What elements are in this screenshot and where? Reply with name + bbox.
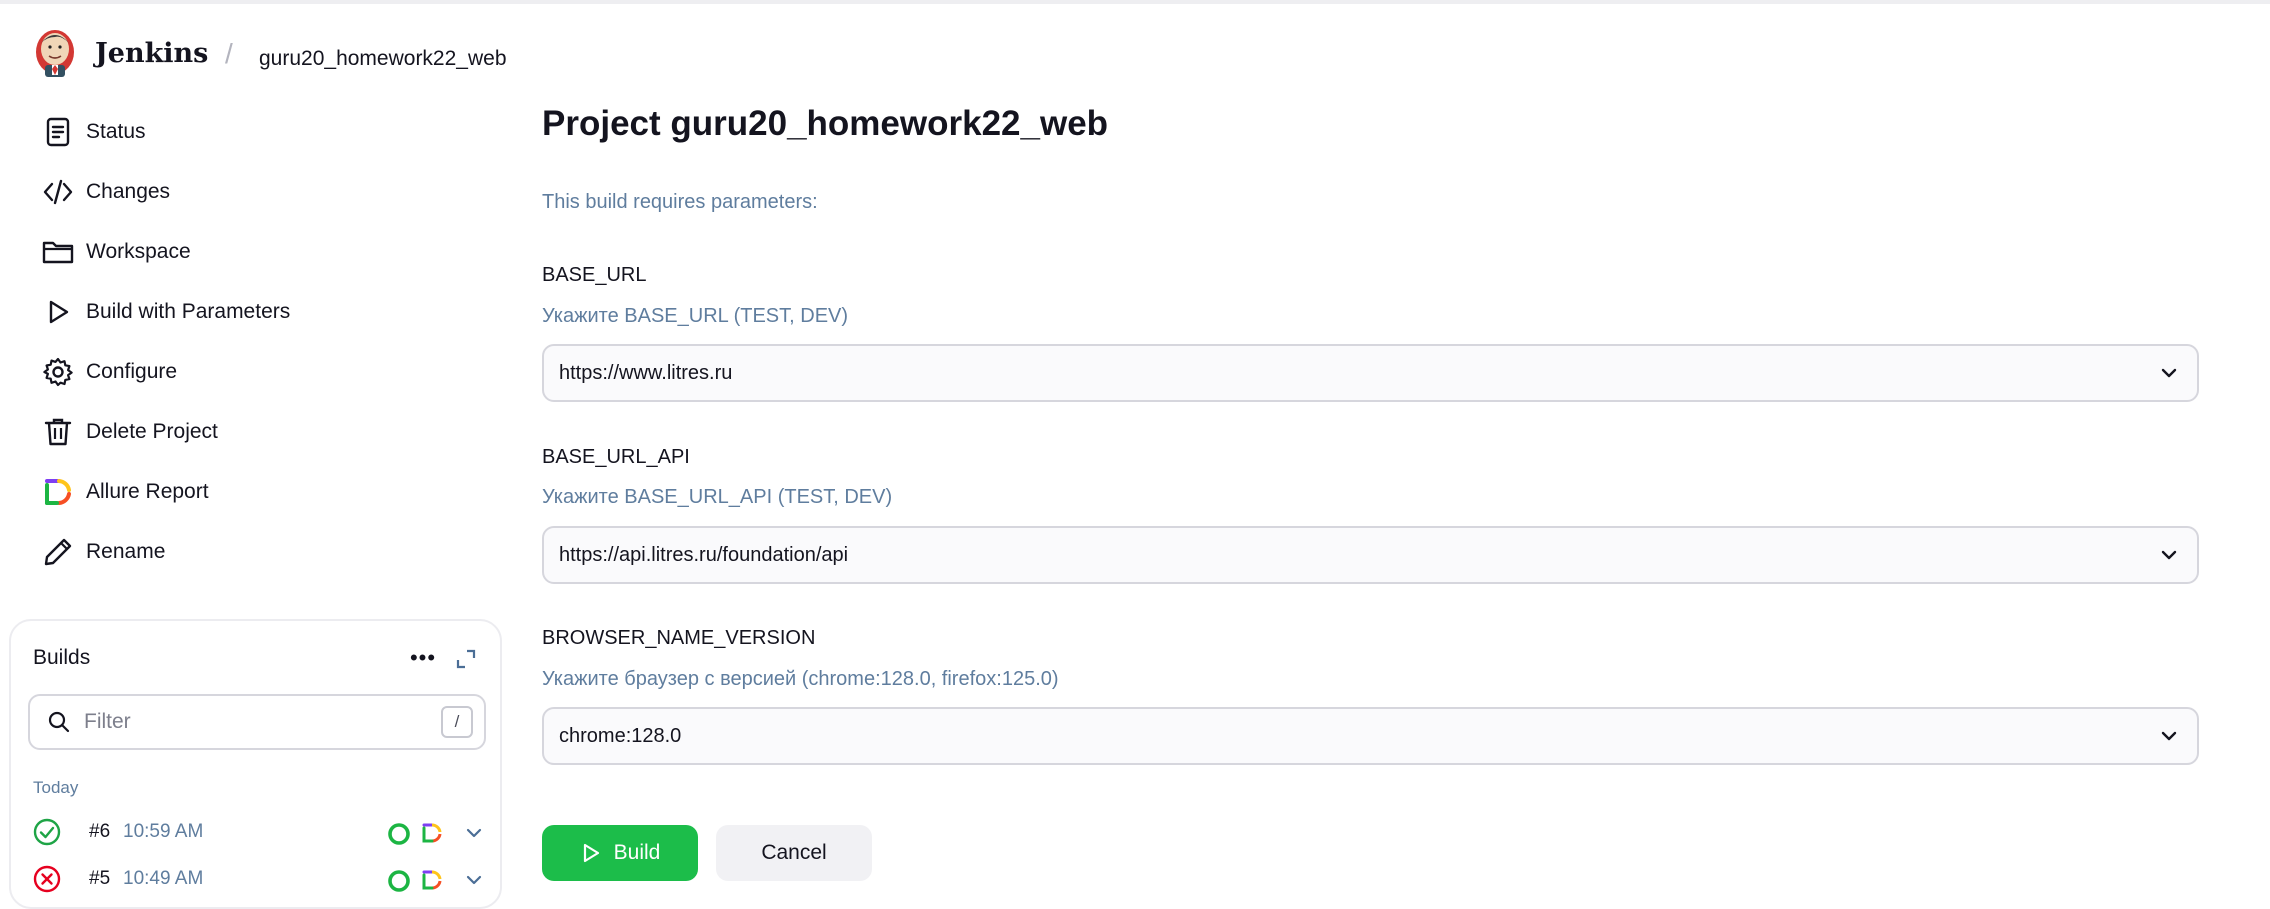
sidebar-item-status[interactable]: Status xyxy=(20,104,480,160)
build-number[interactable]: #5 xyxy=(89,868,110,890)
jenkins-logo[interactable] xyxy=(31,25,79,81)
sidebar-item-delete-project[interactable]: Delete Project xyxy=(20,404,480,460)
console-icon[interactable] xyxy=(387,869,411,893)
chevron-down-icon[interactable] xyxy=(463,869,485,891)
allure-icon[interactable] xyxy=(421,869,443,891)
expand-icon[interactable] xyxy=(452,645,480,673)
select-value: chrome:128.0 xyxy=(559,724,682,747)
builds-group-label: Today xyxy=(33,778,79,797)
sidebar-item-configure[interactable]: Configure xyxy=(20,344,480,400)
select-value: https://www.litres.ru xyxy=(559,361,733,384)
keyboard-shortcut-badge: / xyxy=(441,706,473,738)
sidebar-item-label: Changes xyxy=(86,180,171,203)
play-icon xyxy=(583,843,599,863)
console-icon[interactable] xyxy=(387,822,411,846)
header: Jenkins / guru20_homework22_web xyxy=(0,4,2270,104)
parameter-description: Укажите BASE_URL (TEST, DEV) xyxy=(542,305,849,327)
builds-title: Builds xyxy=(33,646,91,669)
allure-icon xyxy=(30,464,86,520)
sidebar-item-rename[interactable]: Rename xyxy=(20,524,480,580)
pencil-icon xyxy=(30,524,86,580)
parameters-intro: This build requires parameters: xyxy=(542,191,818,213)
sidebar-item-label: Delete Project xyxy=(86,420,218,443)
chevron-down-icon xyxy=(2161,731,2177,741)
sidebar-item-label: Rename xyxy=(86,540,166,563)
chevron-down-icon[interactable] xyxy=(463,822,485,844)
sidebar-item-label: Status xyxy=(86,120,146,143)
browser-name-version-select[interactable]: chrome:128.0 xyxy=(542,707,2199,765)
sidebar-item-workspace[interactable]: Workspace xyxy=(20,224,480,280)
sidebar-item-allure-report[interactable]: Allure Report xyxy=(20,464,480,520)
sidebar-item-label: Allure Report xyxy=(86,480,209,503)
parameter-description: Укажите BASE_URL_API (TEST, DEV) xyxy=(542,486,893,508)
cancel-button[interactable]: Cancel xyxy=(716,825,872,881)
sidebar-item-label: Configure xyxy=(86,360,178,383)
build-time[interactable]: 10:49 AM xyxy=(123,868,203,890)
build-button-label: Build xyxy=(613,841,661,864)
base-url-api-select[interactable]: https://api.litres.ru/foundation/api xyxy=(542,526,2199,584)
sidebar-item-label: Build with Parameters xyxy=(86,300,291,323)
sidebar-item-build-with-parameters[interactable]: Build with Parameters xyxy=(20,284,480,340)
success-status-icon xyxy=(33,818,61,846)
sidebar-item-changes[interactable]: Changes xyxy=(20,164,480,220)
breadcrumb-separator: / xyxy=(225,38,233,69)
jenkins-brand[interactable]: Jenkins xyxy=(95,38,208,69)
page-title: Project guru20_homework22_web xyxy=(542,104,1109,143)
play-icon xyxy=(30,284,86,340)
search-icon xyxy=(48,711,70,733)
parameter-description: Укажите браузер с версией (chrome:128.0,… xyxy=(542,668,1059,690)
base-url-select[interactable]: https://www.litres.ru xyxy=(542,344,2199,402)
more-options-icon[interactable]: ••• xyxy=(403,643,443,673)
build-number[interactable]: #6 xyxy=(89,821,110,843)
failed-status-icon xyxy=(33,865,61,893)
trash-icon xyxy=(30,404,86,460)
document-icon xyxy=(30,104,86,160)
build-button[interactable]: Build xyxy=(542,825,698,881)
select-value: https://api.litres.ru/foundation/api xyxy=(559,543,849,566)
chevron-down-icon xyxy=(2161,550,2177,560)
build-row[interactable]: #5 10:49 AM xyxy=(23,857,493,901)
build-time[interactable]: 10:59 AM xyxy=(123,821,203,843)
sidebar-item-label: Workspace xyxy=(86,240,191,263)
builds-panel: Builds ••• Filter / Today #6 10:59 AM #5… xyxy=(9,619,502,909)
breadcrumb-job[interactable]: guru20_homework22_web xyxy=(259,47,507,71)
builds-filter-input[interactable]: Filter / xyxy=(28,694,486,750)
parameter-name: BASE_URL_API xyxy=(542,446,690,468)
filter-placeholder: Filter xyxy=(84,710,131,733)
build-row[interactable]: #6 10:59 AM xyxy=(23,810,493,854)
code-icon xyxy=(30,164,86,220)
allure-icon[interactable] xyxy=(421,822,443,844)
parameter-name: BROWSER_NAME_VERSION xyxy=(542,627,816,649)
folder-icon xyxy=(30,224,86,280)
parameter-name: BASE_URL xyxy=(542,264,647,286)
chevron-down-icon xyxy=(2161,368,2177,378)
gear-icon xyxy=(30,344,86,400)
